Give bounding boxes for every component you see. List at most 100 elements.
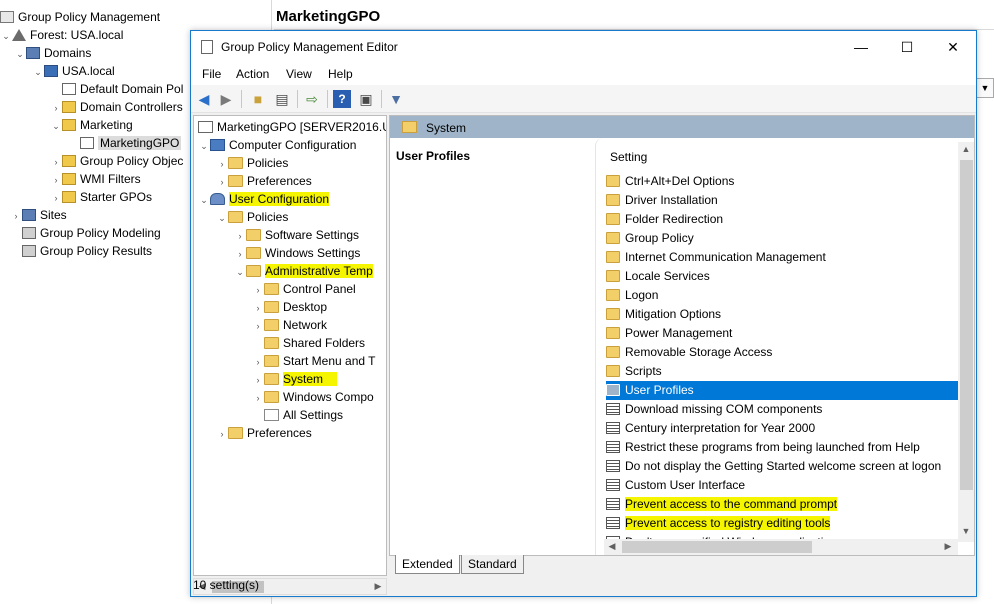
tree-node-computer-configuration[interactable]: ⌄ Computer Configuration — [198, 136, 356, 154]
filter-icon[interactable]: ▼ — [387, 90, 405, 108]
category-row[interactable]: User Profiles — [606, 381, 958, 400]
chevron-down-icon[interactable]: ⌄ — [0, 27, 12, 45]
setting-row[interactable]: Download missing COM components — [606, 400, 958, 419]
chevron-down-icon[interactable]: ⌄ — [216, 209, 228, 227]
chevron-right-icon[interactable]: › — [50, 171, 62, 189]
chevron-right-icon[interactable]: › — [50, 99, 62, 117]
category-row[interactable]: Mitigation Options — [606, 305, 958, 324]
category-row[interactable]: Internet Communication Management — [606, 248, 958, 267]
tree-node-desktop[interactable]: › Desktop — [252, 298, 328, 317]
tree-node-software-settings[interactable]: › Software Settings — [234, 226, 360, 245]
chevron-right-icon[interactable]: › — [50, 189, 62, 207]
chevron-right-icon[interactable]: › — [234, 245, 246, 263]
chevron-right-icon[interactable]: › — [234, 227, 246, 245]
tree-node-control-panel[interactable]: › Control Panel — [252, 280, 356, 298]
tree-node-uc-policies[interactable]: ⌄ Policies — [216, 208, 288, 226]
setting-row[interactable]: Prevent access to the command prompt — [606, 495, 958, 514]
tree-node-wmi-filters[interactable]: › WMI Filters — [50, 170, 141, 188]
tree-node-modeling[interactable]: Group Policy Modeling — [22, 224, 161, 242]
export-list-icon[interactable]: ⇨ — [303, 90, 321, 108]
properties-icon[interactable]: ▣ — [357, 90, 375, 108]
tree-node-cc-policies[interactable]: › Policies — [216, 154, 289, 173]
list-horizontal-scrollbar[interactable]: ◀ ▶ — [604, 539, 958, 555]
list-vertical-scrollbar[interactable]: ▲ ▼ — [958, 142, 974, 542]
forward-arrow-icon[interactable]: ▶ — [217, 90, 235, 108]
category-row[interactable]: Folder Redirection — [606, 210, 958, 229]
column-header-setting[interactable]: Setting — [610, 150, 647, 164]
scroll-down-icon[interactable]: ▼ — [958, 524, 974, 539]
chevron-right-icon[interactable]: › — [252, 299, 264, 317]
menu-view[interactable]: View — [286, 67, 312, 81]
tree-node-user-configuration[interactable]: ⌄ User Configuration — [198, 190, 330, 209]
tree-node-uc-preferences[interactable]: › Preferences — [216, 424, 312, 442]
minimize-button[interactable]: — — [838, 31, 884, 63]
category-row[interactable]: Removable Storage Access — [606, 343, 958, 362]
scroll-right-icon[interactable]: ▶ — [370, 579, 386, 594]
chevron-down-icon[interactable]: ⌄ — [50, 117, 62, 135]
chevron-right-icon[interactable]: › — [50, 153, 62, 171]
chevron-right-icon[interactable]: › — [252, 353, 264, 371]
scroll-left-icon[interactable]: ◀ — [604, 539, 620, 554]
tree-node-gpo-root[interactable]: MarketingGPO [SERVER2016.US. — [198, 118, 386, 136]
chevron-down-icon[interactable]: ⌄ — [32, 63, 44, 81]
chevron-down-icon[interactable]: ⌄ — [234, 263, 246, 281]
tree-node-forest[interactable]: ⌄ Forest: USA.local — [0, 26, 123, 44]
setting-row[interactable]: Prevent access to registry editing tools — [606, 514, 958, 533]
category-row[interactable]: Scripts — [606, 362, 958, 381]
scroll-up-icon[interactable]: ▲ — [958, 142, 974, 157]
help-icon[interactable]: ? — [333, 90, 351, 108]
menu-action[interactable]: Action — [236, 67, 269, 81]
close-button[interactable]: ✕ — [930, 31, 976, 63]
maximize-button[interactable]: ☐ — [884, 31, 930, 63]
tree-node-all-settings[interactable]: All Settings — [252, 406, 343, 424]
chevron-down-icon[interactable]: ▼ — [976, 78, 994, 98]
tree-node-start-menu[interactable]: › Start Menu and T — [252, 352, 376, 370]
scrollbar-thumb[interactable] — [960, 160, 973, 490]
tree-node-domains[interactable]: ⌄ Domains — [14, 44, 91, 62]
menu-file[interactable]: File — [202, 67, 221, 81]
tree-node-domain[interactable]: ⌄ USA.local — [32, 62, 114, 81]
tree-node-marketing-ou[interactable]: ⌄ Marketing — [50, 116, 132, 135]
tree-node-gpm-root[interactable]: Group Policy Management — [0, 8, 160, 26]
setting-row[interactable]: Century interpretation for Year 2000 — [606, 419, 958, 438]
show-hide-tree-icon[interactable]: ▤ — [273, 90, 291, 108]
category-row[interactable]: Power Management — [606, 324, 958, 343]
chevron-right-icon[interactable]: › — [10, 207, 22, 225]
chevron-right-icon[interactable]: › — [216, 425, 228, 443]
category-row[interactable]: Ctrl+Alt+Del Options — [606, 172, 958, 191]
chevron-right-icon[interactable]: › — [252, 371, 264, 389]
tree-node-shared-folders[interactable]: Shared Folders — [252, 334, 365, 352]
scroll-right-icon[interactable]: ▶ — [940, 539, 956, 554]
chevron-right-icon[interactable]: › — [252, 317, 264, 335]
back-arrow-icon[interactable]: ◀ — [195, 90, 213, 108]
tree-node-marketing-gpo[interactable]: MarketingGPO — [68, 134, 182, 152]
tree-node-cc-preferences[interactable]: › Preferences — [216, 172, 312, 190]
category-row[interactable]: Group Policy — [606, 229, 958, 248]
chevron-right-icon[interactable]: › — [216, 155, 228, 173]
category-row[interactable]: Logon — [606, 286, 958, 305]
setting-row[interactable]: Custom User Interface — [606, 476, 958, 495]
scrollbar-thumb[interactable] — [622, 541, 812, 553]
tree-node-windows-components[interactable]: › Windows Compo — [252, 388, 374, 406]
chevron-right-icon[interactable]: › — [252, 389, 264, 407]
tree-node-domain-controllers[interactable]: › Domain Controllers — [50, 98, 183, 116]
category-row[interactable]: Locale Services — [606, 267, 958, 286]
tab-extended[interactable]: Extended — [395, 555, 460, 574]
chevron-right-icon[interactable]: › — [252, 281, 264, 299]
tree-node-results[interactable]: Group Policy Results — [22, 242, 152, 260]
chevron-down-icon[interactable]: ⌄ — [198, 191, 210, 209]
tree-node-starter-gpos[interactable]: › Starter GPOs — [50, 188, 153, 207]
tab-standard[interactable]: Standard — [461, 555, 524, 574]
tree-node-network[interactable]: › Network — [252, 316, 328, 335]
up-folder-icon[interactable]: ■ — [249, 90, 267, 108]
chevron-down-icon[interactable]: ⌄ — [14, 45, 26, 63]
tree-node-sites[interactable]: › Sites — [10, 206, 67, 224]
category-row[interactable]: Driver Installation — [606, 191, 958, 210]
tree-node-windows-settings[interactable]: › Windows Settings — [234, 244, 361, 263]
tree-node-administrative-templates[interactable]: ⌄ Administrative Temp — [234, 262, 373, 280]
chevron-down-icon[interactable]: ⌄ — [198, 137, 210, 155]
tree-node-gpo-objects[interactable]: › Group Policy Objec — [50, 152, 184, 171]
tree-node-system[interactable]: › System — [252, 370, 338, 389]
menu-help[interactable]: Help — [328, 67, 353, 81]
setting-row[interactable]: Do not display the Getting Started welco… — [606, 457, 958, 476]
